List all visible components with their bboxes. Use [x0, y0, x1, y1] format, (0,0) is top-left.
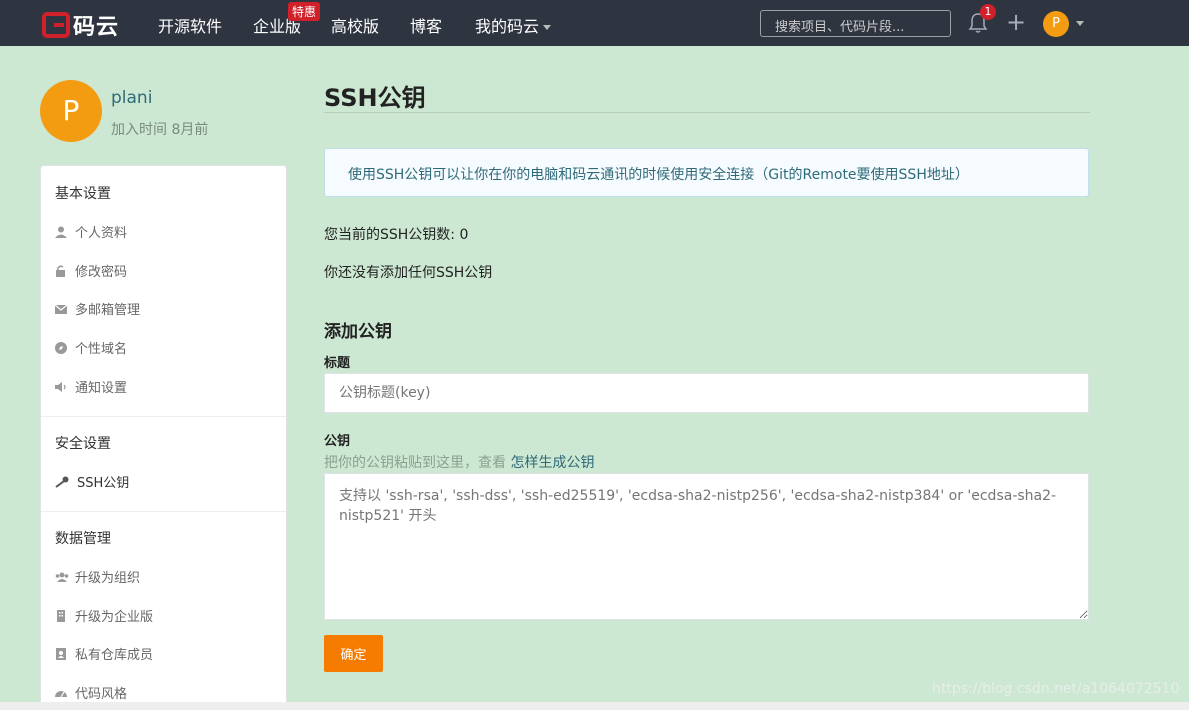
nav-blog[interactable]: 博客: [410, 13, 442, 37]
sidebar-item-profile[interactable]: 个人资料: [55, 222, 127, 241]
public-key-textarea[interactable]: [324, 473, 1089, 620]
top-navbar: 码云 开源软件 企业版 特惠 高校版 博客 我的码云 搜索项目、代码片段... …: [0, 0, 1189, 46]
submit-button[interactable]: 确定: [324, 635, 383, 672]
sidebar-item-label: 代码风格: [75, 687, 128, 702]
sidebar-group-basic: 基本设置: [55, 186, 111, 202]
ssh-key-count: 您当前的SSH公钥数: 0: [324, 227, 469, 243]
speaker-icon: [55, 381, 66, 392]
public-key-hint: 把你的公钥粘贴到这里，查看 怎样生成公钥: [324, 452, 594, 472]
settings-sidebar: 基本设置 个人资料 修改密码 多邮箱管理 个性域名 通知设置 安全设置 SSH公…: [40, 165, 287, 710]
chevron-down-icon[interactable]: [1076, 21, 1084, 26]
sidebar-item-code-style[interactable]: 代码风格: [55, 683, 127, 702]
how-to-generate-key-link[interactable]: 怎样生成公钥: [510, 455, 594, 471]
chevron-down-icon: [543, 25, 552, 30]
sidebar-item-upgrade-org[interactable]: 升级为组织: [55, 567, 140, 586]
sidebar-item-label: SSH公钥: [77, 476, 130, 491]
sidebar-item-label: 升级为企业版: [75, 610, 154, 625]
watermark: https://blog.csdn.net/a1064072510: [932, 681, 1180, 697]
users-icon: [55, 572, 69, 582]
sidebar-divider: [41, 416, 286, 417]
title-divider: [324, 112, 1090, 113]
profile-join-time: 加入时间 8月前: [111, 122, 209, 138]
sidebar-divider: [41, 511, 286, 512]
dashboard-icon: [55, 690, 67, 697]
page-title: SSH公钥: [324, 84, 426, 112]
nav-my-gitee[interactable]: 我的码云: [475, 13, 552, 37]
sidebar-item-notifications[interactable]: 通知设置: [55, 377, 127, 396]
building-icon: [57, 609, 65, 622]
compass-icon: [55, 341, 67, 354]
public-key-label: 公钥: [324, 434, 351, 449]
plus-icon[interactable]: +: [1006, 10, 1026, 34]
sidebar-item-password[interactable]: 修改密码: [55, 261, 127, 280]
user-avatar[interactable]: P: [1043, 11, 1069, 37]
sidebar-item-label: 个性域名: [75, 342, 128, 357]
logo[interactable]: 码云: [42, 9, 119, 41]
nav-my-gitee-label: 我的码云: [475, 17, 540, 36]
sidebar-item-upgrade-enterprise[interactable]: 升级为企业版: [55, 606, 153, 625]
sidebar-item-label: 多邮箱管理: [75, 303, 141, 318]
envelope-icon: [55, 304, 67, 314]
sidebar-item-emails[interactable]: 多邮箱管理: [55, 299, 140, 318]
profile-username[interactable]: plani: [111, 88, 152, 108]
special-offer-badge: 特惠: [288, 2, 321, 21]
info-alert: 使用SSH公钥可以让你在你的电脑和码云通讯的时候使用安全连接（Git的Remot…: [324, 148, 1089, 197]
key-title-label: 标题: [324, 356, 351, 371]
notification-count-badge: 1: [980, 4, 996, 20]
sidebar-group-security: 安全设置: [55, 436, 111, 452]
sidebar-group-data: 数据管理: [55, 531, 111, 547]
key-title-input[interactable]: [324, 373, 1089, 413]
hint-text: 把你的公钥粘贴到这里，查看: [324, 455, 511, 471]
no-keys-message: 你还没有添加任何SSH公钥: [324, 265, 493, 281]
search-input[interactable]: 搜索项目、代码片段...: [760, 10, 951, 37]
logo-text: 码云: [73, 15, 120, 40]
add-key-heading: 添加公钥: [324, 322, 392, 342]
horizontal-scrollbar[interactable]: [0, 702, 1189, 710]
sidebar-item-domain[interactable]: 个性域名: [55, 338, 127, 357]
sidebar-item-label: 修改密码: [75, 265, 128, 280]
nav-open-source[interactable]: 开源软件: [158, 13, 222, 37]
user-icon: [55, 226, 67, 238]
contact-card-icon: [56, 647, 66, 660]
nav-university[interactable]: 高校版: [331, 13, 379, 37]
lock-icon: [56, 264, 65, 277]
logo-mark-icon: [42, 12, 70, 38]
sidebar-item-private-members[interactable]: 私有仓库成员: [55, 644, 153, 663]
sidebar-item-label: 私有仓库成员: [75, 648, 154, 663]
key-icon: [55, 476, 69, 488]
profile-avatar[interactable]: P: [40, 80, 102, 142]
sidebar-item-label: 个人资料: [75, 226, 128, 241]
sidebar-item-label: 通知设置: [75, 381, 128, 396]
sidebar-item-label: 升级为组织: [75, 571, 141, 586]
sidebar-item-ssh-keys[interactable]: SSH公钥: [55, 472, 129, 491]
